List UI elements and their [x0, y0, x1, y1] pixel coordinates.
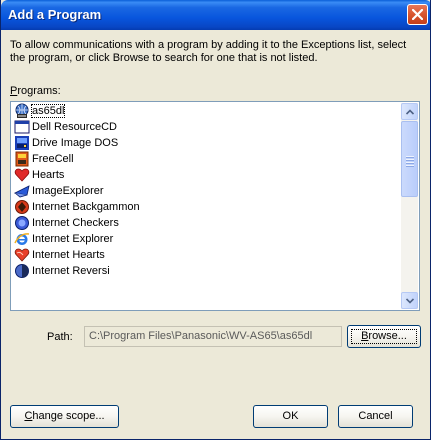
list-item-label: Drive Image DOS [32, 137, 119, 149]
window-icon [14, 120, 30, 134]
checkers-icon [15, 216, 29, 230]
internet-hearts-icon [14, 248, 30, 262]
list-item[interactable]: Drive Image DOS [12, 135, 402, 151]
list-item[interactable]: Internet Backgammon [12, 199, 402, 215]
list-item-label: FreeCell [32, 153, 74, 165]
scroll-thumb[interactable] [401, 121, 418, 197]
list-item-label: Internet Explorer [32, 233, 114, 245]
cancel-button-label: Cancel [358, 410, 393, 422]
list-item[interactable]: Dell ResourceCD [12, 119, 402, 135]
browse-label-rest: rowse... [368, 330, 407, 342]
list-item[interactable]: Internet Hearts [12, 247, 402, 263]
list-item-label: Internet Hearts [32, 249, 105, 261]
title-bar[interactable]: Add a Program [1, 0, 430, 30]
programs-listbox[interactable]: as65dl Dell ResourceCD Drive Image DOS F… [10, 101, 420, 311]
heart-icon [14, 168, 30, 182]
scroll-down-button[interactable] [401, 292, 418, 309]
list-item[interactable]: Internet Reversi [12, 263, 402, 279]
reversi-icon [15, 264, 29, 278]
instructions-text: To allow communications with a program b… [10, 39, 407, 64]
close-icon [412, 9, 423, 20]
list-item-label: Dell ResourceCD [32, 121, 117, 133]
chevron-up-icon [406, 109, 414, 115]
list-item-label: Internet Reversi [32, 265, 110, 277]
change-scope-button-label: Change scope... [24, 410, 104, 422]
programs-list: as65dl Dell ResourceCD Drive Image DOS F… [12, 103, 402, 279]
list-item-label: Internet Checkers [32, 217, 119, 229]
change-scope-button[interactable]: Change scope... [10, 405, 119, 428]
ie-icon [14, 233, 30, 245]
list-item-label: Hearts [32, 169, 65, 181]
ok-button[interactable]: OK [253, 405, 328, 428]
path-label: Path: [47, 331, 73, 343]
close-button[interactable] [407, 4, 428, 25]
ok-button-label: OK [282, 410, 299, 422]
change-scope-label-rest: hange scope... [32, 410, 105, 422]
cancel-button[interactable]: Cancel [338, 405, 413, 428]
list-item-label: as65dl [30, 104, 66, 118]
grip-icon [406, 156, 414, 167]
list-item-label: Internet Backgammon [32, 201, 140, 213]
list-item[interactable]: FreeCell [12, 151, 402, 167]
list-item[interactable]: Hearts [12, 167, 402, 183]
backgammon-icon [15, 200, 29, 214]
window-title: Add a Program [8, 7, 102, 22]
vertical-scrollbar[interactable] [401, 103, 418, 309]
browse-button[interactable]: Browse... [347, 325, 421, 348]
chevron-down-icon [406, 298, 414, 304]
list-item[interactable]: ImageExplorer [12, 183, 402, 199]
drive-image-icon [15, 136, 29, 150]
browse-button-label: Browse... [351, 329, 417, 344]
add-program-dialog: Add a Program To allow communications wi… [0, 0, 431, 440]
programs-label-rest: rograms: [17, 85, 61, 97]
path-field: C:\Program Files\Panasonic\WV-AS65\as65d… [84, 326, 342, 347]
freecell-icon [15, 151, 29, 167]
list-item[interactable]: Internet Explorer [12, 231, 402, 247]
image-explorer-icon [14, 185, 30, 198]
programs-label: Programs: [10, 85, 61, 97]
scroll-up-button[interactable] [401, 103, 418, 120]
list-item[interactable]: Internet Checkers [12, 215, 402, 231]
list-item-label: ImageExplorer [32, 185, 104, 197]
list-item[interactable]: as65dl [12, 103, 402, 119]
network-globe-icon [15, 103, 29, 118]
